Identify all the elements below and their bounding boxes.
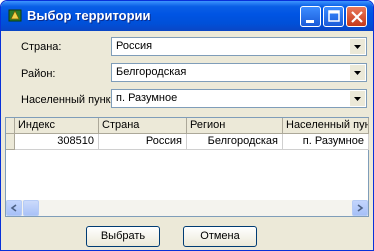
close-button[interactable] — [346, 6, 367, 27]
country-combobox[interactable]: Россия — [111, 37, 367, 56]
header-corner — [6, 118, 15, 134]
row-indicator[interactable] — [6, 134, 15, 150]
country-label: Страна: — [21, 41, 62, 53]
maximize-icon — [328, 10, 340, 22]
table-cell-country[interactable]: Россия — [99, 134, 187, 150]
column-header-region[interactable]: Регион — [187, 118, 283, 134]
chevron-down-icon — [354, 71, 361, 75]
country-value: Россия — [116, 40, 153, 52]
table-cell-region[interactable]: Белгородская — [187, 134, 283, 150]
locality-combobox[interactable]: п. Разумное — [111, 89, 367, 108]
maximize-button[interactable] — [323, 6, 344, 27]
horizontal-scrollbar[interactable] — [6, 200, 368, 216]
locality-dropdown-button[interactable] — [350, 91, 365, 106]
district-value: Белгородская — [116, 66, 187, 78]
dialog-window: Выбор территории Страна: Россия Район: Б… — [0, 0, 374, 251]
column-header-locality[interactable]: Населенный пункт — [283, 118, 369, 134]
table-cell-locality[interactable]: п. Разумное — [283, 134, 369, 150]
minimize-icon — [306, 20, 314, 23]
select-button[interactable]: Выбрать — [86, 226, 160, 247]
cancel-button[interactable]: Отмена — [183, 226, 257, 247]
title-bar[interactable]: Выбор территории — [1, 1, 373, 31]
chevron-down-icon — [354, 97, 361, 101]
district-label: Район: — [21, 68, 56, 80]
window-title: Выбор территории — [27, 8, 151, 23]
column-header-country[interactable]: Страна — [99, 118, 187, 134]
locality-value: п. Разумное — [116, 92, 178, 104]
minimize-button[interactable] — [300, 6, 321, 27]
chevron-right-icon — [357, 204, 364, 212]
scroll-right-button[interactable] — [352, 200, 368, 216]
country-dropdown-button[interactable] — [350, 39, 365, 54]
locality-label: Населенный пункт: — [21, 94, 119, 106]
app-icon — [8, 9, 22, 22]
column-header-index[interactable]: Индекс — [15, 118, 99, 134]
chevron-down-icon — [354, 45, 361, 49]
scroll-thumb[interactable] — [23, 200, 39, 216]
district-combobox[interactable]: Белгородская — [111, 63, 367, 82]
close-icon — [351, 11, 363, 23]
scroll-left-button[interactable] — [6, 200, 22, 216]
district-dropdown-button[interactable] — [350, 65, 365, 80]
territory-table[interactable]: Индекс Страна Регион Населенный пункт 30… — [5, 117, 369, 217]
table-cell-index[interactable]: 308510 — [15, 134, 99, 150]
chevron-left-icon — [10, 204, 17, 212]
